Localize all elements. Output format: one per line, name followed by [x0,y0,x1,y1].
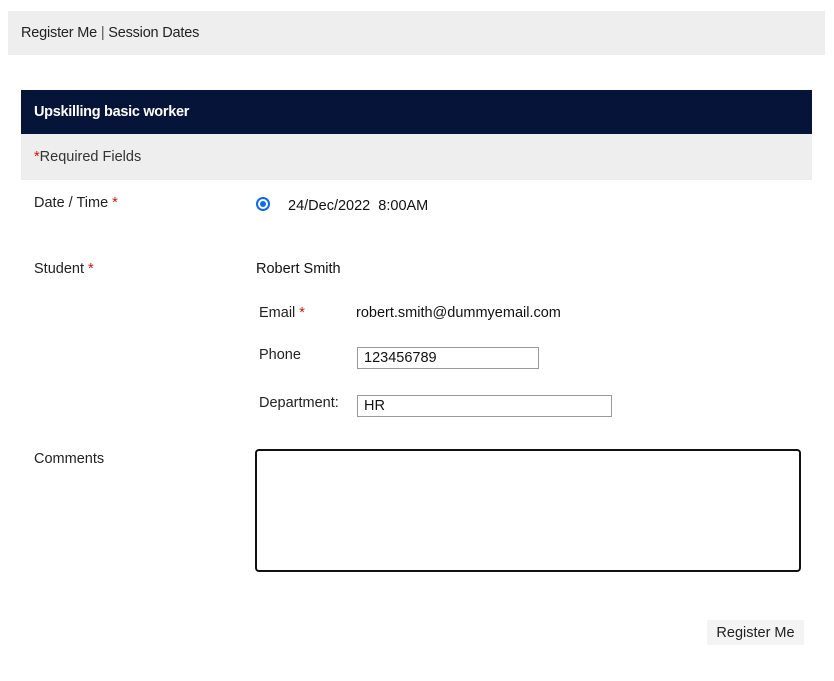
email-label: Email * [259,305,305,321]
required-fields-text: Required Fields [39,149,142,165]
student-required-star: * [88,261,94,277]
required-fields-note: *Required Fields [21,134,812,180]
session-date-option: 24/Dec/2022 8:00AM [288,198,429,214]
panel-title: Upskilling basic worker [21,90,812,134]
email-required-star: * [299,305,305,321]
phone-field[interactable] [357,347,539,369]
email-label-text: Email [259,305,296,321]
student-label: Student * [34,261,94,277]
comments-textarea[interactable] [255,449,801,572]
comments-label: Comments [34,451,105,467]
breadcrumb-separator: | [100,25,105,41]
breadcrumb: Register Me | Session Dates [21,25,199,41]
register-me-button[interactable]: Register Me [707,620,804,645]
student-label-text: Student [34,261,84,277]
department-field[interactable] [357,395,612,417]
student-name: Robert Smith [256,261,341,277]
registration-panel: Upskilling basic worker *Required Fields [21,90,812,180]
top-breadcrumb-bar: Register Me | Session Dates [8,11,825,55]
datetime-label: Date / Time * [34,195,118,211]
email-value: robert.smith@dummyemail.com [356,305,561,321]
phone-label: Phone [259,347,301,363]
breadcrumb-register-me[interactable]: Register Me [21,25,97,41]
department-label: Department: [259,395,339,411]
session-date-radio[interactable] [256,197,270,211]
breadcrumb-session-dates[interactable]: Session Dates [108,25,199,41]
datetime-label-text: Date / Time [34,195,109,211]
datetime-required-star: * [112,195,118,211]
